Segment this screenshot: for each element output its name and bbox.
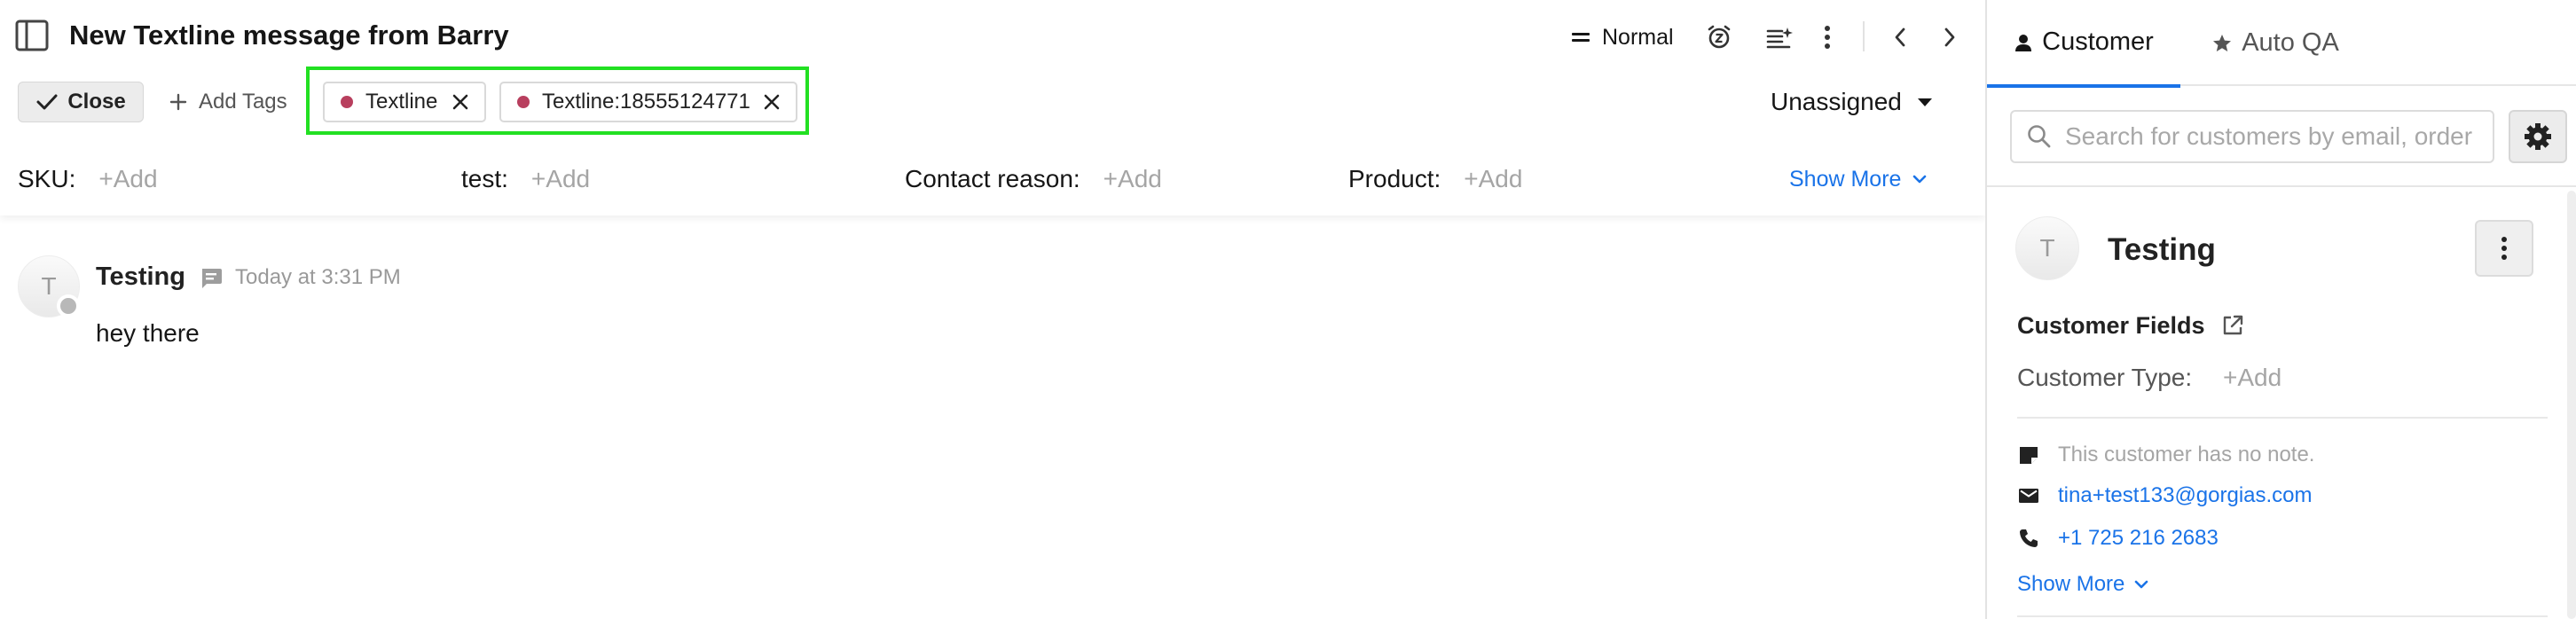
show-more-fields-button[interactable]: Show More [1789, 161, 1928, 197]
phone-icon [2020, 529, 2038, 547]
tag-chip[interactable]: Textline:18555124771 [499, 82, 797, 122]
panel-scrollbar[interactable] [2567, 191, 2576, 619]
remove-tag-button[interactable] [760, 90, 783, 114]
plus-icon [169, 93, 187, 111]
remove-tag-button[interactable] [449, 90, 472, 114]
message-timestamp: Today at 3:31 PM [235, 265, 401, 289]
customer-search-box[interactable] [2010, 110, 2494, 163]
search-icon [2028, 125, 2051, 148]
field-add-button[interactable]: +Add [1464, 165, 1522, 193]
tab-auto-qa[interactable]: Auto QA [2200, 0, 2351, 86]
avatar-initial: T [2039, 234, 2055, 262]
chevron-right-icon [1944, 27, 1955, 47]
field-add-button[interactable]: +Add [1103, 165, 1162, 193]
check-icon [36, 94, 58, 110]
field-label: test: [461, 165, 508, 192]
section-divider [2017, 615, 2548, 617]
tab-label: Customer [2042, 27, 2154, 56]
priority-icon [1570, 27, 1591, 48]
ticket-header: New Textline message from Barry Normal C… [0, 0, 1985, 215]
tag-color-dot [517, 96, 530, 108]
external-link-icon[interactable] [2219, 312, 2246, 339]
close-ticket-button[interactable]: Close [18, 82, 144, 122]
tags-highlight-box: Textline Textline:18555124771 [306, 67, 809, 135]
tab-label: Auto QA [2242, 28, 2339, 57]
show-more-label: Show More [1789, 166, 1902, 192]
customer-search-input[interactable] [2065, 122, 2491, 151]
field-add-button[interactable]: +Add [531, 165, 590, 193]
field-label: Product: [1348, 165, 1441, 192]
field-contact-reason: Contact reason: +Add [905, 161, 1162, 197]
caret-down-icon [1917, 98, 1932, 106]
gear-icon [2525, 123, 2551, 150]
field-label: Contact reason: [905, 165, 1080, 192]
mail-icon [2019, 489, 2038, 503]
customer-type-label: Customer Type: [2017, 364, 2193, 391]
customer-panel: Customer Auto QA Search for customers by… [1985, 0, 2576, 619]
priority-label: Normal [1602, 24, 1674, 50]
chevron-down-icon [2135, 580, 2148, 589]
avatar-initial: T [41, 272, 57, 300]
panel-divider [1987, 185, 2576, 187]
customer-phone-link[interactable]: +1 725 216 2683 [2058, 526, 2219, 551]
customer-avatar: T [2015, 216, 2079, 280]
message-author[interactable]: Testing [96, 262, 185, 292]
tag-label: Textline:18555124771 [542, 90, 750, 114]
snooze-button[interactable] [1701, 20, 1737, 55]
app: New Textline message from Barry Normal C… [0, 0, 2576, 619]
header-divider [1863, 21, 1865, 51]
panel-tabs: Customer Auto QA [1987, 0, 2576, 88]
vertical-dots-icon [1825, 26, 1830, 49]
close-icon [764, 94, 780, 110]
customer-type-add-button[interactable]: +Add [2223, 364, 2281, 392]
customer-name[interactable]: Testing [2108, 232, 2216, 268]
chevron-left-icon [1895, 27, 1905, 47]
note-icon [2020, 447, 2038, 464]
section-divider [2017, 417, 2548, 419]
show-more-label: Show More [2017, 572, 2125, 596]
field-test: test: +Add [461, 161, 590, 197]
add-tags-button[interactable]: Add Tags [169, 82, 287, 122]
customer-note: This customer has no note. [2058, 443, 2315, 466]
customer-show-more-button[interactable]: Show More [2017, 569, 2149, 599]
tag-color-dot [341, 96, 353, 108]
priority-selector[interactable]: Normal [1570, 20, 1674, 55]
customer-note-row[interactable]: This customer has no note. [2017, 440, 2314, 470]
assignee-dropdown[interactable]: Unassigned [1771, 82, 1932, 122]
star-icon [2213, 34, 2232, 51]
ticket-title[interactable]: New Textline message from Barry [69, 20, 509, 51]
assignee-label: Unassigned [1771, 88, 1902, 115]
person-icon [2015, 34, 2032, 51]
customer-menu-button[interactable] [2475, 220, 2533, 277]
chevron-down-icon [1913, 175, 1927, 184]
field-label: SKU: [18, 165, 76, 192]
list-add-icon [1766, 27, 1793, 49]
previous-ticket-button[interactable] [1882, 20, 1918, 55]
close-button-label: Close [67, 90, 126, 114]
field-add-button[interactable]: +Add [98, 165, 157, 193]
customer-fields-title: Customer Fields [2017, 312, 2205, 339]
sms-icon [202, 269, 222, 288]
ticket-pane: New Textline message from Barry Normal C… [0, 0, 1985, 619]
customer-email-link[interactable]: tina+test133@gorgias.com [2058, 483, 2313, 508]
alarm-clock-icon [1708, 25, 1731, 49]
customer-phone-row: +1 725 216 2683 [2017, 523, 2219, 553]
vertical-dots-icon [2501, 237, 2507, 260]
tag-chip[interactable]: Textline [323, 82, 486, 122]
sidebar-toggle-icon[interactable] [14, 18, 50, 53]
macros-button[interactable] [1762, 20, 1797, 55]
status-dot [57, 294, 80, 317]
add-tags-label: Add Tags [199, 90, 287, 114]
tab-customer[interactable]: Customer [1987, 0, 2180, 88]
field-sku: SKU: +Add [18, 161, 158, 197]
field-product: Product: +Add [1348, 161, 1522, 197]
message-body: hey there [96, 319, 200, 347]
panel-settings-button[interactable] [2509, 110, 2567, 163]
next-ticket-button[interactable] [1932, 20, 1967, 55]
tag-label: Textline [365, 90, 438, 114]
close-icon [452, 94, 468, 110]
more-options-button[interactable] [1810, 20, 1845, 55]
customer-email-row: tina+test133@gorgias.com [2017, 481, 2313, 511]
